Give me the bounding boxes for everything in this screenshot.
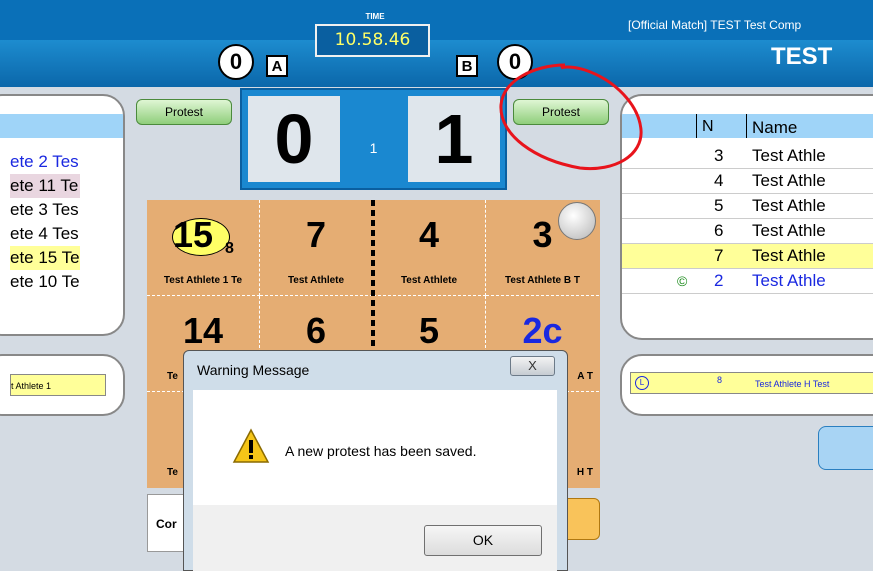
captain-icon: © (677, 273, 688, 289)
right-roster-header: N Name (622, 114, 873, 138)
team-title: TEST (771, 43, 833, 70)
team-a-score: 0 (218, 44, 254, 80)
column-name: Name (752, 118, 798, 137)
left-roster-row[interactable]: ete 11 Te (10, 174, 80, 198)
match-info-text: [Official Match] TEST Test Comp (628, 18, 802, 32)
right-libero-name: Test Athlete H Test (755, 379, 830, 389)
right-roster-row[interactable]: 4 Test Athle (622, 169, 873, 194)
match-clock: 10.58.46 (315, 24, 430, 57)
right-set-score: 1 (408, 96, 500, 182)
right-roster-panel: N Name 3 Test Athle 4 Test Athle 5 Test Ath… (620, 94, 873, 340)
set-number: 1 (369, 140, 378, 156)
close-icon[interactable]: X (510, 356, 555, 376)
right-libero-panel: L 8 Test Athlete H Test (620, 354, 873, 416)
right-libero[interactable]: L 8 Test Athlete H Test (630, 372, 873, 394)
court-position-2[interactable]: 4 Test Athlete (373, 200, 486, 296)
volleyball-icon (558, 202, 596, 240)
left-roster-header (0, 114, 123, 138)
time-label: TIME (365, 12, 385, 21)
column-n: N (702, 118, 714, 135)
left-set-score: 0 (248, 96, 340, 182)
left-roster-panel: ete 2 Tes ete 11 Te ete 3 Tes ete 4 Tes … (0, 94, 125, 336)
right-action-button[interactable] (818, 426, 873, 470)
left-roster-row[interactable]: ete 15 Te (10, 246, 80, 270)
team-b-letter: B (456, 55, 478, 77)
right-libero-number: 8 (717, 375, 723, 385)
right-roster-row[interactable]: © 2 Test Athle (622, 269, 873, 294)
right-roster-row[interactable]: 6 Test Athle (622, 219, 873, 244)
left-roster-row[interactable]: ete 3 Tes (10, 198, 80, 222)
left-roster-row[interactable]: ete 10 Te (10, 270, 80, 294)
left-libero-panel: t Athlete 1 (0, 354, 125, 416)
court-position-1[interactable]: 3 Test Athlete B T (486, 200, 599, 296)
team-a-letter: A (266, 55, 288, 77)
right-roster-row[interactable]: 7 Test Athle (622, 244, 873, 269)
right-roster-row[interactable]: 3 Test Athle (622, 144, 873, 169)
team-bar (0, 40, 873, 87)
left-roster-row[interactable]: ete 4 Tes (10, 222, 80, 246)
left-libero[interactable]: t Athlete 1 (10, 374, 106, 396)
dialog-message: A new protest has been saved. (285, 443, 477, 459)
court-position-3[interactable]: 7 Test Athlete (260, 200, 373, 296)
set-scoreboard: 0 1 1 (240, 88, 507, 190)
dialog-title: Warning Message (197, 362, 310, 378)
right-roster-row[interactable]: 5 Test Athle (622, 194, 873, 219)
ok-button[interactable]: OK (424, 525, 542, 556)
annotation-circle (499, 63, 643, 171)
protest-button-left[interactable]: Protest (136, 99, 232, 125)
warning-icon (232, 428, 270, 463)
court-position-4[interactable]: 15 8 Test Athlete 1 Te (147, 200, 260, 296)
left-roster-row[interactable]: ete 2 Tes (10, 150, 80, 174)
libero-icon: L (635, 376, 649, 390)
